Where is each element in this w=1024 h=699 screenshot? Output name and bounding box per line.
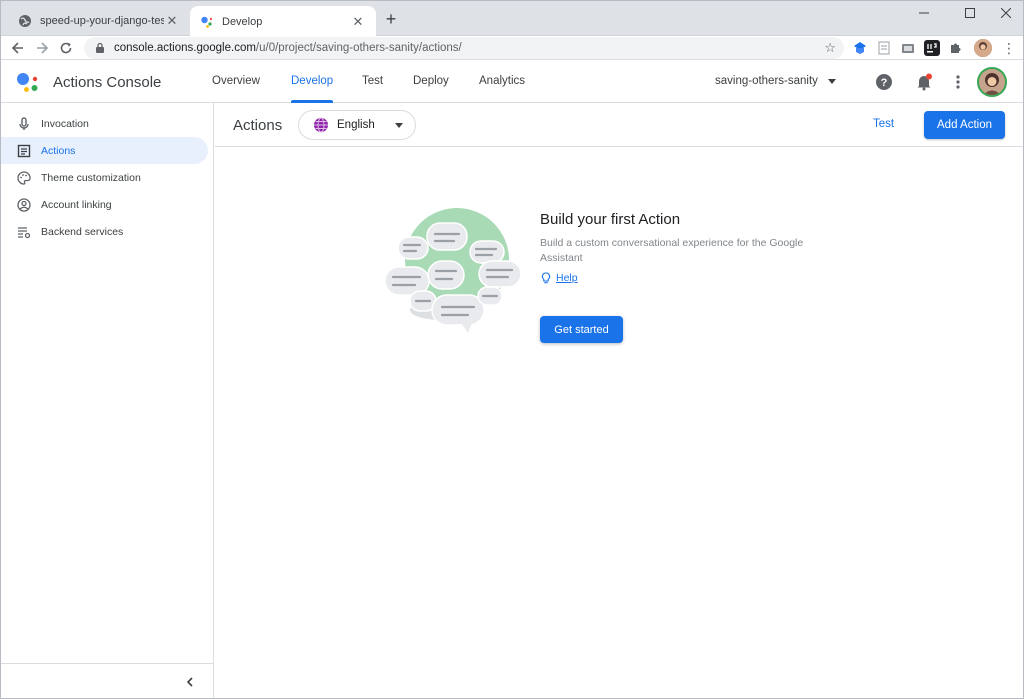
sidebar-item-label: Actions (41, 144, 76, 157)
mic-icon (16, 116, 32, 132)
help-icon[interactable]: ? (874, 72, 894, 92)
sidebar: Invocation Actions Theme customization A… (0, 103, 214, 699)
add-action-button[interactable]: Add Action (924, 111, 1005, 139)
extension-icon[interactable] (876, 40, 892, 56)
browser-tab-develop[interactable]: Develop ✕ (190, 6, 376, 37)
notifications-icon[interactable] (914, 72, 934, 92)
extension-icon[interactable] (924, 40, 940, 56)
bookmark-star-icon[interactable]: ☆ (824, 40, 836, 56)
help-link[interactable]: Help (540, 272, 578, 284)
actions-toolbar: Actions English Test Add Action (215, 103, 1024, 147)
test-link[interactable]: Test (873, 118, 894, 130)
chat-bubbles-illustration (384, 208, 522, 333)
new-tab-button[interactable]: + (382, 10, 400, 28)
url-path: /u/0/project/saving-others-sanity/action… (255, 42, 462, 54)
tab-title: Develop (222, 15, 263, 28)
account-avatar[interactable] (977, 67, 1007, 97)
language-value: English (337, 119, 375, 131)
browser-tab-strip: speed-up-your-django-tests.pdf ✕ Develop… (0, 0, 1024, 37)
lightbulb-icon (541, 272, 551, 284)
app-header: Actions Console Overview Develop Test De… (0, 61, 1024, 103)
tab-analytics[interactable]: Analytics (479, 75, 525, 87)
extension-icon[interactable] (900, 40, 916, 56)
sidebar-item-backend-services[interactable]: Backend services (0, 218, 208, 245)
project-name: saving-others-sanity (715, 75, 818, 87)
get-started-button[interactable]: Get started (540, 316, 623, 343)
browser-toolbar: console.actions.google.com/u/0/project/s… (0, 36, 1024, 60)
sidebar-item-label: Account linking (41, 198, 112, 211)
dropdown-arrow-icon (827, 78, 836, 84)
actions-console-logo-icon (17, 73, 38, 92)
svg-text:?: ? (881, 77, 888, 89)
project-picker[interactable]: saving-others-sanity (715, 75, 836, 87)
globe-icon (314, 117, 328, 133)
language-select[interactable]: English (298, 110, 416, 140)
sidebar-item-invocation[interactable]: Invocation (0, 110, 208, 137)
list-icon (16, 143, 32, 159)
page-title: Actions (233, 117, 283, 134)
more-vert-icon[interactable]: ⋮ (1002, 40, 1016, 56)
browser-tab-pdf[interactable]: speed-up-your-django-tests.pdf ✕ (8, 6, 190, 36)
back-icon[interactable] (8, 38, 28, 58)
profile-avatar[interactable] (974, 39, 992, 57)
palette-icon (16, 170, 32, 186)
address-bar[interactable]: console.actions.google.com/u/0/project/s… (84, 37, 844, 59)
sidebar-item-actions[interactable]: Actions (0, 137, 208, 164)
sidebar-item-label: Theme customization (41, 171, 141, 184)
tab-title: speed-up-your-django-tests.pdf (40, 15, 164, 27)
puzzle-icon[interactable] (948, 40, 964, 56)
backend-settings-icon (16, 224, 32, 240)
sidebar-item-theme-customization[interactable]: Theme customization (0, 164, 208, 191)
sidebar-footer (0, 663, 213, 699)
tab-test[interactable]: Test (362, 75, 383, 87)
app-name: Actions Console (53, 74, 162, 91)
maximize-icon[interactable] (952, 4, 988, 22)
more-vert-icon[interactable] (948, 72, 968, 92)
close-icon[interactable]: ✕ (164, 13, 180, 29)
globe-icon (18, 14, 32, 28)
google-assistant-icon (200, 15, 214, 29)
close-icon[interactable] (988, 4, 1024, 22)
account-circle-icon (16, 197, 32, 213)
dropdown-arrow-icon (395, 123, 403, 128)
empty-state-description: Build a custom conversational experience… (540, 237, 804, 264)
tab-develop[interactable]: Develop (291, 75, 333, 87)
tab-deploy[interactable]: Deploy (413, 75, 449, 87)
sidebar-item-account-linking[interactable]: Account linking (0, 191, 208, 218)
help-link-label: Help (556, 272, 578, 284)
close-icon[interactable]: ✕ (350, 14, 366, 30)
empty-state-title: Build your first Action (540, 211, 681, 228)
lock-icon (96, 42, 104, 53)
extension-icon[interactable] (852, 40, 868, 56)
forward-icon[interactable] (32, 38, 52, 58)
sidebar-item-label: Backend services (41, 225, 124, 238)
reload-icon[interactable] (56, 38, 76, 58)
tab-overview[interactable]: Overview (212, 75, 260, 87)
url-host: console.actions.google.com (114, 42, 256, 54)
chevron-left-icon[interactable] (182, 674, 198, 690)
minimize-icon[interactable] (906, 4, 942, 22)
sidebar-item-label: Invocation (41, 117, 89, 130)
